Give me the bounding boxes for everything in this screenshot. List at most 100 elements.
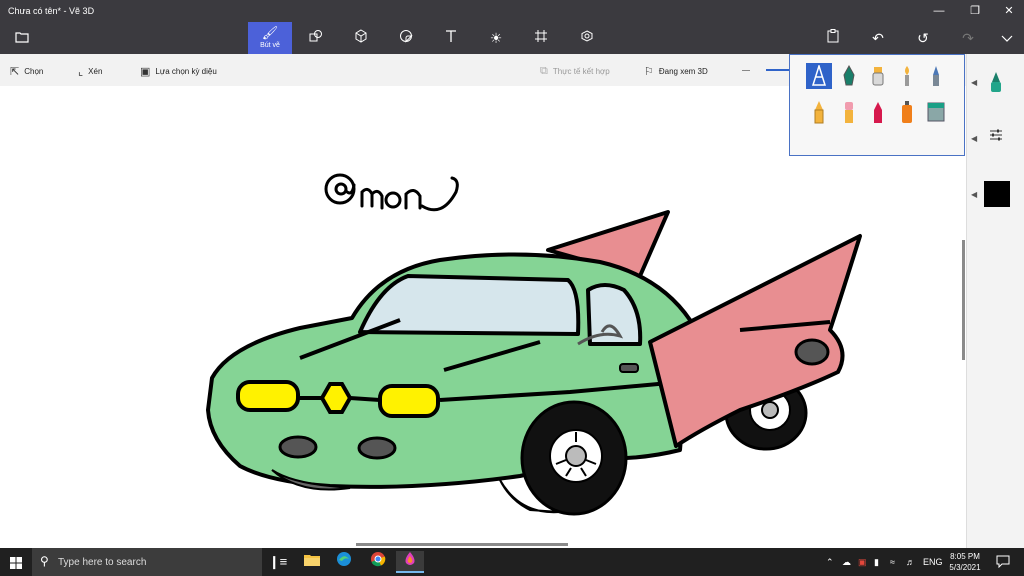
tab-text[interactable] (441, 28, 461, 48)
close-icon: ✕ (1004, 5, 1014, 17)
chrome-icon (371, 552, 386, 567)
tab-brushes[interactable]: 🖌 Bút vẽ (248, 22, 292, 54)
magic-select-icon: ▣ (140, 66, 151, 78)
title-bar: Chưa có tên* - Vẽ 3D — ❐ ✕ (0, 0, 1024, 22)
eraser-icon (845, 102, 853, 123)
sticker-icon (400, 30, 413, 43)
effects-icon: ☀ (489, 30, 503, 46)
brush-oil[interactable] (865, 63, 891, 89)
fill-bucket-icon (927, 102, 945, 122)
history-button[interactable]: ↺ (913, 28, 933, 48)
tab-brushes-label: Bút vẽ (260, 42, 280, 49)
calligraphy-pen-icon (843, 65, 855, 86)
collapse-caret-icon[interactable]: ◀ (971, 78, 977, 87)
volume-icon[interactable]: ♬ (906, 548, 915, 576)
view-3d-button[interactable]: ⚐ Đang xem 3D (644, 65, 708, 78)
file-explorer-button[interactable] (298, 551, 326, 573)
magic-select-label: Lựa chọn kỳ diệu (155, 67, 217, 76)
mixed-reality-label: Thực tế kết hợp (552, 67, 610, 76)
minimize-button[interactable]: — (922, 0, 956, 22)
paste-icon (827, 29, 839, 43)
tab-3d-shapes[interactable] (351, 28, 371, 48)
taskbar: ⚲ Type here to search ❙≡ ⌃ ☁ ▣ ▮ ≈ ♬ ENG… (0, 548, 1024, 576)
paint-3d-button[interactable] (396, 551, 424, 573)
zoom-out-icon[interactable] (742, 70, 750, 71)
notifications-button[interactable] (996, 555, 1010, 573)
window-title: Chưa có tên* - Vẽ 3D (8, 6, 95, 16)
expand-button[interactable] (997, 28, 1017, 48)
side-panel: ◀ ◀ ◀ (966, 54, 1024, 548)
magic-select-button[interactable]: ▣ Lựa chọn kỳ diệu (140, 65, 217, 78)
chrome-button[interactable] (364, 551, 392, 573)
paint-3d-icon (405, 552, 415, 565)
undo-button[interactable]: ↶ (868, 28, 888, 48)
close-button[interactable]: ✕ (992, 0, 1024, 22)
brush-watercolor[interactable] (894, 63, 920, 89)
settings-caret-icon[interactable]: ◀ (971, 134, 977, 143)
left-headlight (236, 380, 300, 412)
edge-button[interactable] (330, 551, 358, 573)
clock[interactable]: 8:05 PM 5/3/2021 (948, 551, 982, 573)
shapes-2d-icon (309, 30, 322, 42)
brush-marker[interactable] (806, 63, 832, 89)
text-icon (446, 30, 456, 42)
maximize-button[interactable]: ❐ (958, 0, 992, 22)
brush-settings-button[interactable] (985, 126, 1007, 148)
horizontal-scrollbar[interactable] (356, 543, 568, 546)
tab-stickers[interactable] (396, 28, 416, 48)
marker-icon (991, 72, 1001, 92)
vertical-scrollbar[interactable] (962, 240, 965, 360)
select-label: Chọn (24, 67, 44, 76)
paste-button[interactable] (823, 28, 843, 48)
sliders-icon (990, 129, 1002, 141)
brush-picker-panel (789, 54, 965, 156)
brush-crayon[interactable] (865, 99, 891, 125)
brush-pixel-pen[interactable] (923, 63, 949, 89)
task-view-button[interactable]: ❙≡ (264, 551, 292, 573)
tab-2d-shapes[interactable] (306, 28, 326, 48)
brush-fill[interactable] (923, 99, 949, 125)
crop-icon: ⌞ (78, 66, 84, 78)
color-caret-icon[interactable]: ◀ (971, 190, 977, 199)
redo-icon: ↷ (962, 30, 974, 46)
battery-icon[interactable]: ▮ (874, 548, 879, 576)
expand-icon (1001, 35, 1013, 42)
current-tool-button[interactable] (985, 70, 1007, 92)
crayon-icon (874, 102, 882, 123)
undo-icon: ↶ (872, 30, 884, 46)
canvas-icon (535, 30, 547, 42)
taskbar-search-box[interactable]: ⚲ Type here to search (32, 548, 262, 576)
tab-3d-library[interactable] (577, 28, 597, 48)
clock-date: 5/3/2021 (949, 563, 981, 572)
menu-button[interactable] (12, 28, 32, 48)
edge-icon (337, 552, 351, 566)
brush-calligraphy-pen[interactable] (836, 63, 862, 89)
tray-chevron-icon[interactable]: ⌃ (826, 548, 834, 576)
search-icon: ⚲ (40, 554, 49, 568)
onedrive-icon[interactable]: ☁ (842, 548, 851, 576)
brush-pencil[interactable] (806, 99, 832, 125)
tab-canvas[interactable] (531, 28, 551, 48)
mixed-reality-button[interactable]: ⧉ Thực tế kết hợp (540, 65, 610, 78)
current-color-swatch[interactable] (984, 181, 1010, 207)
brush-spray-can[interactable] (894, 99, 920, 125)
crop-button[interactable]: ⌞ Xén (78, 65, 102, 78)
library-icon (581, 30, 593, 42)
minimize-icon: — (933, 5, 945, 17)
select-button[interactable]: ⇱ Chọn (10, 65, 43, 78)
crop-label: Xén (88, 67, 103, 76)
mixed-reality-icon: ⧉ (540, 65, 548, 77)
tab-effects[interactable]: ☀ (486, 28, 506, 48)
marker-brush-icon (811, 65, 827, 86)
wifi-icon[interactable]: ≈ (890, 548, 895, 576)
pixel-pen-icon (933, 66, 939, 86)
zoom-slider[interactable] (766, 69, 790, 71)
antivirus-icon[interactable]: ▣ (858, 548, 867, 576)
start-button[interactable] (10, 556, 22, 574)
language-indicator[interactable]: ENG (923, 548, 943, 576)
brush-eraser[interactable] (836, 99, 862, 125)
center-light (319, 382, 353, 414)
clock-time: 8:05 PM (950, 552, 980, 561)
redo-button[interactable]: ↷ (958, 28, 978, 48)
signature-drawing (324, 173, 459, 212)
